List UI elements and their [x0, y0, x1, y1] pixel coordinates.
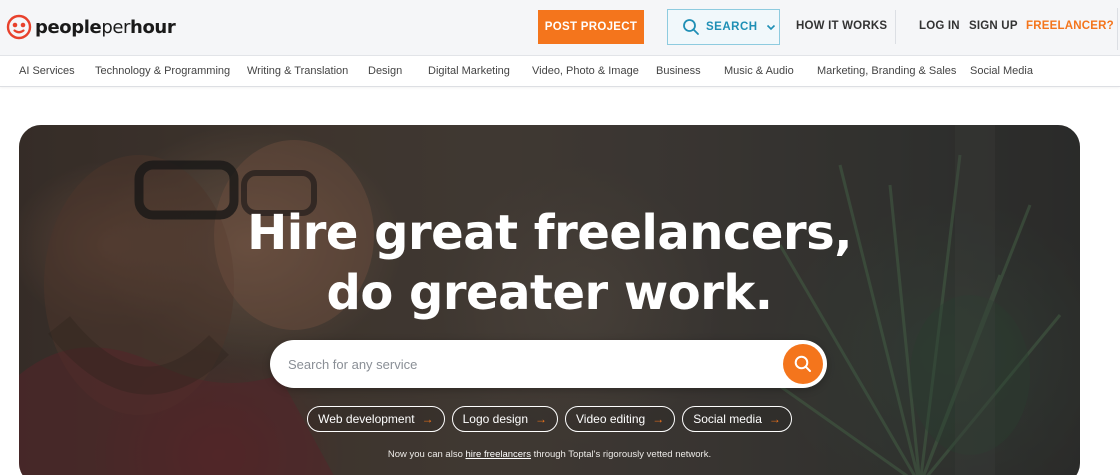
chip-social-media[interactable]: Social media →: [682, 406, 792, 432]
search-dropdown-button[interactable]: SEARCH: [667, 9, 780, 45]
note-suffix: through Toptal's rigorously vetted netwo…: [530, 449, 712, 460]
chip-label: Web development: [318, 412, 415, 426]
category-video-photo-image[interactable]: Video, Photo & Image: [532, 65, 639, 77]
chevron-down-icon: [766, 24, 775, 31]
arrow-right-icon: →: [768, 412, 781, 426]
logo-wordmark: peopleperhour: [35, 16, 176, 38]
category-marketing-branding-sales[interactable]: Marketing, Branding & Sales: [817, 65, 956, 77]
top-navigation: peopleperhour POST PROJECT SEARCH HOW IT…: [0, 0, 1120, 56]
chip-label: Logo design: [462, 412, 529, 426]
post-project-button[interactable]: POST PROJECT: [538, 10, 644, 44]
logo[interactable]: peopleperhour: [6, 12, 176, 42]
chip-logo-design[interactable]: Logo design →: [451, 406, 559, 432]
search-button-label: SEARCH: [706, 21, 758, 33]
category-design[interactable]: Design: [368, 65, 402, 77]
category-music-audio[interactable]: Music & Audio: [724, 65, 794, 77]
chip-web-development[interactable]: Web development →: [307, 406, 445, 432]
arrow-right-icon: →: [421, 412, 434, 426]
search-submit-button[interactable]: [783, 344, 823, 384]
category-bar: AI Services Technology & Programming Wri…: [0, 56, 1120, 87]
note-prefix: Now you can also: [387, 449, 466, 460]
hero-banner: Hire great freelancers, do greater work.…: [19, 125, 1080, 475]
arrow-right-icon: →: [535, 412, 548, 426]
log-in-link[interactable]: LOG IN: [919, 20, 960, 32]
how-it-works-link[interactable]: HOW IT WORKS: [796, 20, 887, 32]
nav-divider: [1117, 8, 1118, 50]
search-icon: [794, 355, 811, 372]
hero-title-line-2: do greater work.: [326, 265, 773, 321]
service-search-box: [270, 340, 827, 388]
nav-divider: [895, 10, 896, 44]
search-icon: [683, 19, 699, 35]
chip-video-editing[interactable]: Video editing →: [565, 406, 676, 432]
arrow-right-icon: →: [652, 412, 665, 426]
category-business[interactable]: Business: [656, 65, 701, 77]
category-social-media[interactable]: Social Media: [970, 65, 1033, 77]
category-ai-services[interactable]: AI Services: [19, 65, 75, 77]
chip-label: Social media: [693, 412, 762, 426]
hero-title: Hire great freelancers, do greater work.: [19, 203, 1080, 323]
smiley-face-icon: [6, 14, 32, 40]
hire-freelancers-link[interactable]: hire freelancers: [466, 449, 531, 460]
freelancer-link[interactable]: FREELANCER?: [1026, 20, 1114, 32]
category-digital-marketing[interactable]: Digital Marketing: [428, 65, 510, 77]
hero-title-line-1: Hire great freelancers,: [247, 205, 852, 261]
category-writing-translation[interactable]: Writing & Translation: [247, 65, 348, 77]
toptal-note: Now you can also hire freelancers throug…: [19, 449, 1080, 460]
chip-label: Video editing: [576, 412, 646, 426]
service-search-input[interactable]: [288, 340, 768, 388]
popular-searches: Web development → Logo design → Video edit…: [19, 406, 1080, 432]
sign-up-link[interactable]: SIGN UP: [969, 20, 1018, 32]
category-technology-programming[interactable]: Technology & Programming: [95, 65, 230, 77]
